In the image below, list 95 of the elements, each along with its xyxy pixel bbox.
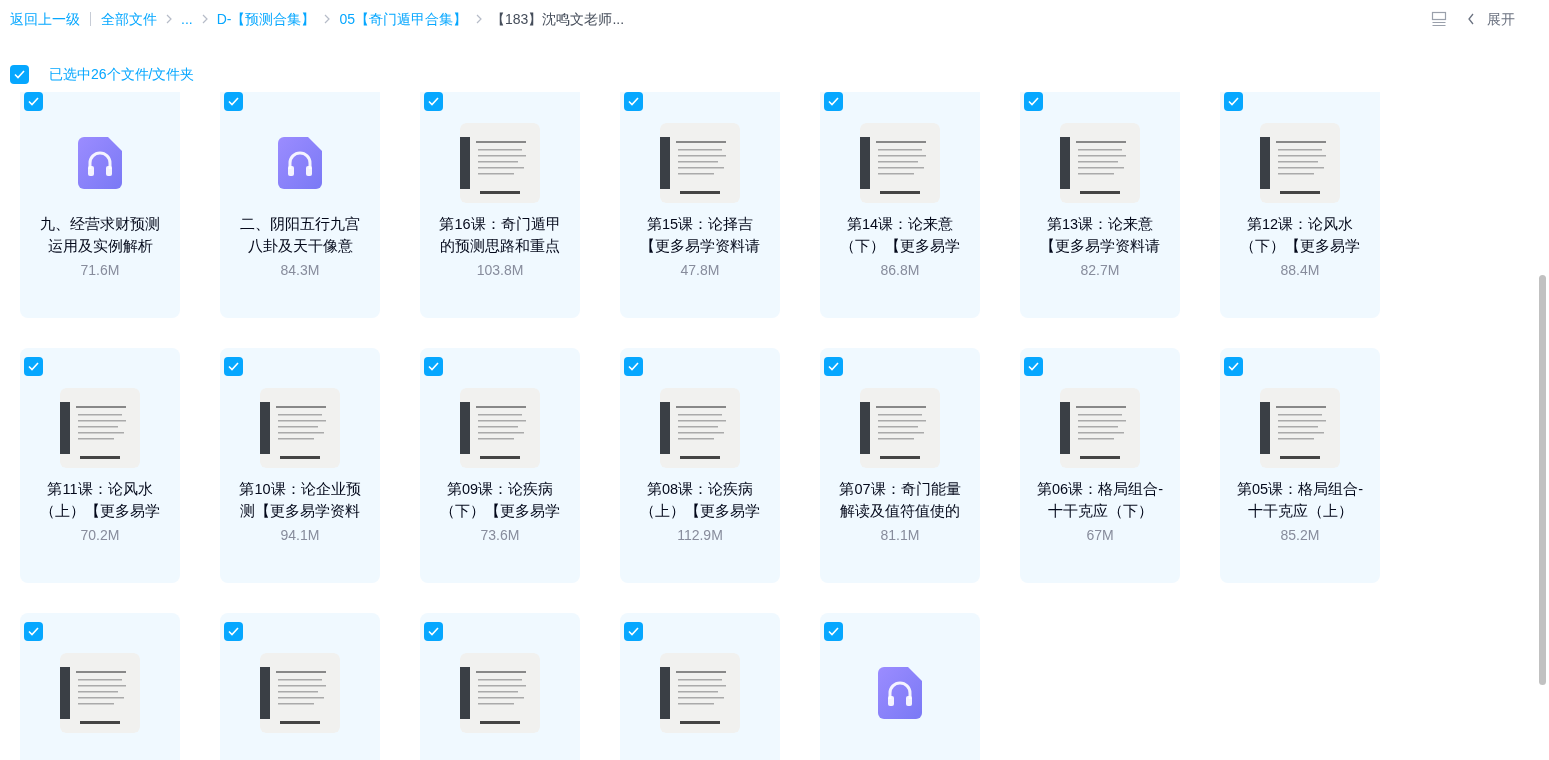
file-name: 第10课：论企业预测【更多易学资料 [238,480,362,521]
file-size: 84.3M [280,261,320,280]
file-size: 71.6M [80,261,120,280]
file-card[interactable]: 第12课：论风水（下）【更多易学 88.4M [1220,92,1380,318]
file-checkbox[interactable] [24,92,43,111]
file-size: 85.2M [1280,526,1320,545]
file-checkbox[interactable] [424,622,443,641]
chevron-right-icon [475,14,484,24]
file-checkbox[interactable] [824,92,843,111]
file-name: 二、阴阳五行九宫八卦及天干像意 [239,215,361,256]
file-checkbox[interactable] [1024,357,1043,376]
checkmark-icon [428,97,439,106]
breadcrumb-link[interactable]: 【183】沈鸣文老师... [491,8,625,30]
scrollbar-thumb[interactable] [1539,275,1546,685]
file-checkbox[interactable] [1024,92,1043,111]
checkmark-icon [628,362,639,371]
file-size: 112.9M [677,526,723,545]
file-card[interactable]: 第06课：格局组合-十干克应（下） 67M [1020,348,1180,583]
file-name: 九、经营求财预测运用及实例解析 [39,215,161,256]
file-checkbox[interactable] [224,357,243,376]
file-card[interactable]: 第09课：论疾病（下）【更多易学 73.6M [420,348,580,583]
checkmark-icon [28,97,39,106]
checkmark-icon [28,362,39,371]
checkmark-icon [828,627,839,636]
file-checkbox[interactable] [24,622,43,641]
file-size: 86.8M [880,261,920,280]
file-size: 70.2M [80,526,120,545]
checkmark-icon [828,362,839,371]
file-card[interactable]: 九、经营求财预测运用及实例解析 71.6M [20,92,180,318]
file-name: 第07课：奇门能量解读及值符值使的 [838,480,962,521]
file-checkbox[interactable] [224,622,243,641]
file-size: 94.1M [280,526,320,545]
file-checkbox[interactable] [624,92,643,111]
file-checkbox[interactable] [1224,357,1243,376]
file-checkbox[interactable] [624,622,643,641]
file-size: 47.8M [680,261,720,280]
chevron-left-icon [1467,13,1475,25]
checkmark-icon [1228,97,1239,106]
checkmark-icon [628,627,639,636]
file-checkbox[interactable] [1224,92,1243,111]
file-checkbox[interactable] [824,357,843,376]
file-checkbox[interactable] [824,622,843,641]
checkmark-icon [14,70,25,79]
file-checkbox[interactable] [224,92,243,111]
checkmark-icon [828,97,839,106]
file-name: 第05课：格局组合-十干克应（上） [1236,480,1364,521]
file-name: 第12课：论风水（下）【更多易学 [1239,215,1361,256]
file-checkbox[interactable] [424,92,443,111]
file-name: 第11课：论风水（上）【更多易学 [39,480,161,521]
chevron-right-icon [200,14,209,24]
file-size: 82.7M [1080,261,1120,280]
checkmark-icon [1228,362,1239,371]
file-size: 103.8M [476,261,524,280]
checkmark-icon [228,97,239,106]
checkmark-icon [228,362,239,371]
file-checkbox[interactable] [424,357,443,376]
file-checkbox[interactable] [624,357,643,376]
selection-count: 已选中26个文件/文件夹 [49,65,195,84]
file-checkbox[interactable] [24,357,43,376]
chevron-right-icon [323,14,332,24]
file-card[interactable]: 第16课：奇门遁甲的预测思路和重点 103.8M [420,92,580,318]
select-all-checkbox[interactable] [10,65,29,84]
file-card[interactable]: 第13课：论来意【更多易学资料请 82.7M [1020,92,1180,318]
chevron-right-icon [165,14,173,24]
file-card[interactable]: 第08课：论疾病（上）【更多易学 112.9M [620,348,780,583]
file-size: 73.6M [480,526,520,545]
file-name: 第13课：论来意【更多易学资料请 [1039,215,1161,256]
file-card[interactable]: 第10课：论企业预测【更多易学资料 94.1M [220,348,380,583]
checkmark-icon [1028,362,1039,371]
file-name: 第14课：论来意（下）【更多易学 [839,215,961,256]
file-size: 88.4M [1280,261,1320,280]
file-size: 67M [1086,526,1114,545]
checkmark-icon [428,362,439,371]
file-size: 81.1M [880,526,920,545]
audio-file-icon [78,137,122,189]
checkmark-icon [1028,97,1039,106]
file-card[interactable]: 第14课：论来意（下）【更多易学 86.8M [820,92,980,318]
checkmark-icon [228,627,239,636]
checkmark-icon [28,627,39,636]
list-view-icon[interactable] [1431,11,1447,27]
file-card[interactable]: 第15课：论择吉【更多易学资料请 47.8M [620,92,780,318]
file-card[interactable]: 二、阴阳五行九宫八卦及天干像意 84.3M [220,92,380,318]
audio-file-icon [878,667,922,719]
file-name: 第08课：论疾病（上）【更多易学 [639,480,761,521]
file-card[interactable]: 第05课：格局组合-十干克应（上） 85.2M [1220,348,1380,583]
file-card[interactable]: 第11课：论风水（上）【更多易学 70.2M [20,348,180,583]
file-name: 第16课：奇门遁甲的预测思路和重点 [438,215,562,256]
audio-file-icon [278,137,322,189]
file-name: 第06课：格局组合-十干克应（下） [1036,480,1164,521]
file-card[interactable]: 第07课：奇门能量解读及值符值使的 81.1M [820,348,980,583]
file-name: 第15课：论择吉【更多易学资料请 [639,215,761,256]
checkmark-icon [428,627,439,636]
checkmark-icon [628,97,639,106]
file-name: 第09课：论疾病（下）【更多易学 [439,480,561,521]
expand-button[interactable]: 展开 [1467,8,1515,30]
